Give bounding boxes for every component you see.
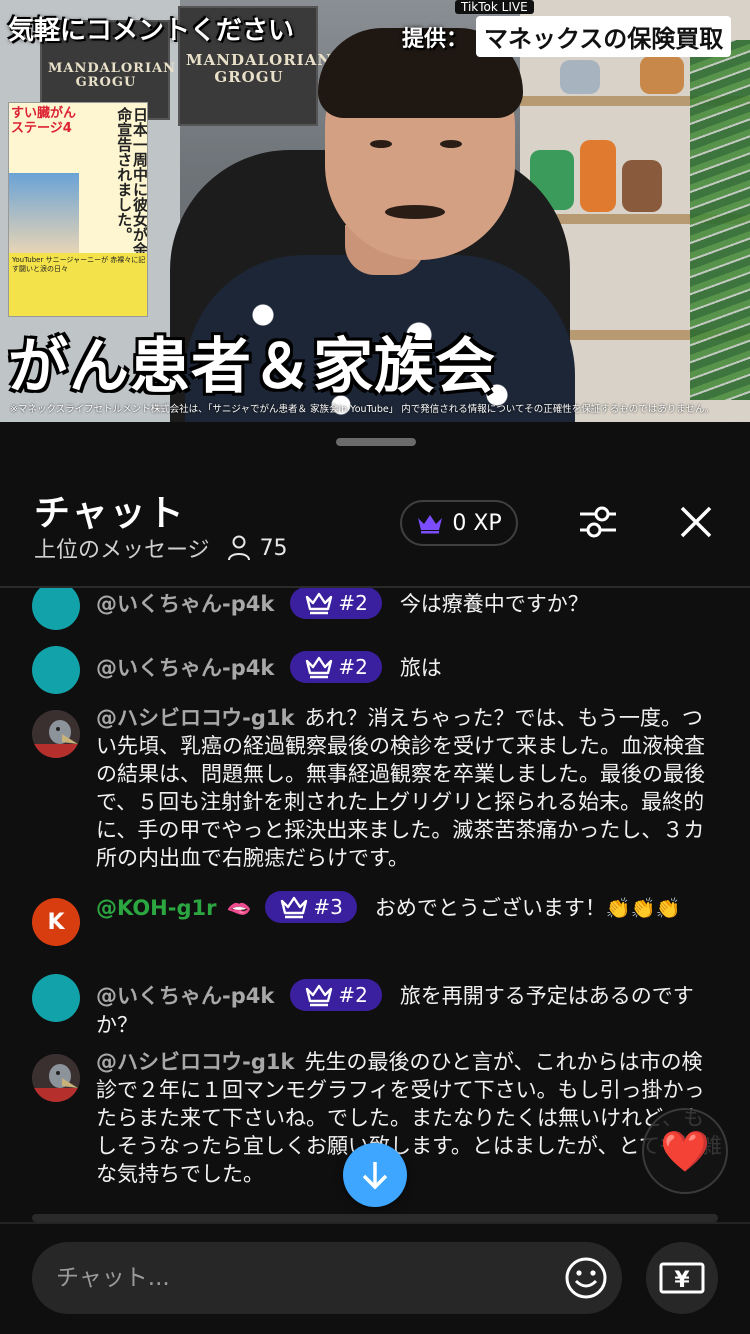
rank-badge: #2: [290, 651, 382, 683]
message-text: 旅は: [399, 656, 442, 680]
chat-mode-selector[interactable]: 上位のメッセージ 75: [34, 532, 288, 564]
super-chat-button[interactable]: ¥: [646, 1242, 718, 1314]
book-cover: すい臓がん ステージ4 日本一周中に彼女が余命宣告されました。 YouTuber…: [8, 102, 148, 317]
crown-outline-icon: [306, 656, 333, 678]
book-title: 日本一周中に彼女が余命宣告されました。: [115, 107, 148, 257]
message-body: @いくちゃん-p4k #2 旅を再開する予定はあるのですか？: [96, 979, 722, 1039]
arrow-down-icon: [362, 1162, 388, 1190]
rank-badge: #2: [290, 979, 382, 1011]
scroll-to-latest-button[interactable]: [343, 1143, 407, 1207]
emoji-button[interactable]: [564, 1256, 608, 1300]
person-eye: [440, 140, 462, 148]
rank-value: #3: [313, 895, 343, 919]
drag-handle[interactable]: [336, 438, 416, 446]
viewer-count: 75: [227, 535, 288, 561]
rank-value: #2: [338, 591, 368, 615]
chat-input[interactable]: [56, 1256, 556, 1300]
input-divider: [0, 1222, 750, 1224]
close-icon: [680, 506, 712, 538]
message-text: あれ？消えちゃった？では、もう一度。つい先頃、乳癌の経過観察最後の検診を受けて来…: [96, 706, 705, 870]
message-body: @ハシビロコウ-g1k 先生の最後のひと言が、これからは市の検診で２年に１回マンモ…: [96, 1048, 722, 1188]
username[interactable]: @いくちゃん-p4k: [96, 984, 274, 1008]
rank-value: #2: [338, 983, 368, 1007]
yen-money-icon: ¥: [659, 1262, 705, 1294]
smiley-icon: [565, 1257, 607, 1299]
poster-title: MANDALORIAN GROGU: [186, 51, 333, 86]
video-caption: がん患者＆家族会: [8, 332, 496, 402]
crown-outline-icon: [306, 984, 333, 1006]
message-body: @いくちゃん-p4k #2 今は療養中ですか？: [96, 588, 722, 619]
rank-badge: #3: [265, 891, 357, 923]
user-avatar[interactable]: [32, 588, 80, 630]
figure-toy: [622, 160, 662, 212]
member-badge: 🫦: [226, 896, 252, 920]
chat-settings-button[interactable]: [576, 500, 620, 544]
person-icon: [227, 535, 250, 561]
clapping-hands-emoji: 👏👏👏: [605, 896, 681, 920]
user-avatar[interactable]: K: [32, 898, 80, 946]
username[interactable]: @いくちゃん-p4k: [96, 592, 274, 616]
currency-symbol: ¥: [674, 1268, 690, 1293]
message-text: おめでとうございます！: [374, 896, 606, 920]
sliders-icon: [580, 506, 616, 538]
shoebill-avatar-icon: [32, 1054, 80, 1102]
viewer-count-value: 75: [259, 535, 288, 561]
chat-panel: チャット 上位のメッセージ 75 0 XP @いくちゃん-p4k #2 今は療養…: [0, 422, 750, 1334]
sponsor-label: 提供：: [402, 26, 469, 52]
crown-icon: [418, 515, 443, 534]
chat-title: チャット: [34, 493, 186, 534]
message-text: 今は療養中ですか？: [399, 592, 589, 616]
message-body: @いくちゃん-p4k #2 旅は: [96, 651, 722, 683]
message-body: @ハシビロコウ-g1k あれ？消えちゃった？では、もう一度。つい先頃、乳癌の経過観…: [96, 704, 722, 872]
figure-toy: [560, 60, 600, 94]
figure-toy: [580, 140, 616, 212]
username[interactable]: @ハシビロコウ-g1k: [96, 1050, 295, 1074]
user-avatar[interactable]: [32, 646, 80, 694]
close-chat-button[interactable]: [674, 500, 718, 544]
scroll-indicator: [32, 1214, 718, 1222]
user-avatar[interactable]: [32, 1054, 80, 1102]
heart-icon: ❤️: [660, 1128, 710, 1175]
disclaimer-text: ※マネックスライフセトルメント株式会社は、「サニジャでがん患者＆ 家族会in Y…: [10, 404, 714, 415]
chat-input-container[interactable]: [32, 1242, 622, 1314]
figure-toy: [640, 56, 684, 94]
sponsor-name: マネックスの保険買取: [476, 16, 732, 57]
book-band: YouTuber サニージャーニーが 赤裸々に記す闘いと涙の日々: [9, 253, 147, 316]
book-photo: [9, 173, 79, 253]
rank-value: #2: [338, 655, 368, 679]
platform-tag: TikTok LIVE: [455, 0, 534, 14]
book-subtitle: すい臓がん ステージ4: [11, 106, 77, 136]
shoebill-avatar-icon: [32, 710, 80, 758]
username[interactable]: @いくちゃん-p4k: [96, 656, 274, 680]
christmas-tree-decoration: [690, 40, 750, 400]
sponsor-overlay: 提供： マネックスの保険買取: [402, 16, 732, 57]
like-heart-button[interactable]: ❤️: [642, 1108, 728, 1194]
avatar-initial: K: [47, 909, 65, 935]
crown-outline-icon: [281, 896, 308, 918]
poster-title: MANDALORIAN GROGU: [48, 61, 177, 91]
username[interactable]: @KOH-g1r: [96, 896, 216, 920]
xp-value: 0 XP: [452, 510, 502, 536]
user-avatar[interactable]: [32, 710, 80, 758]
message-body: @KOH-g1r 🫦 #3 おめでとうございます！👏👏👏: [96, 891, 722, 923]
user-avatar[interactable]: [32, 974, 80, 1022]
username[interactable]: @ハシビロコウ-g1k: [96, 706, 295, 730]
chat-mode-label: 上位のメッセージ: [34, 538, 210, 563]
xp-button[interactable]: 0 XP: [400, 500, 518, 546]
chat-message-list[interactable]: @いくちゃん-p4k #2 今は療養中ですか？ @いくちゃん-p4k #2 旅は @ハシ: [0, 588, 750, 1216]
comment-prompt-overlay: 気軽にコメントください: [8, 16, 295, 46]
person-mustache: [385, 205, 445, 219]
person-eye: [370, 140, 392, 148]
crown-outline-icon: [306, 592, 333, 614]
live-video[interactable]: MANDALORIAN GROGU MANDALORIAN GROGU すい臓が…: [0, 0, 750, 422]
rank-badge: #2: [290, 588, 382, 619]
